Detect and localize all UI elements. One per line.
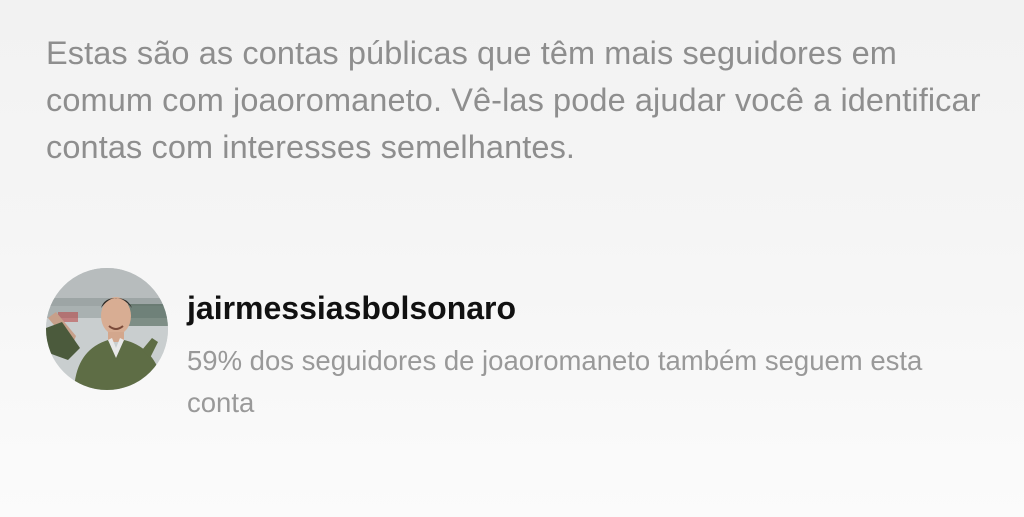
avatar[interactable] — [46, 268, 168, 390]
account-list-item[interactable]: jairmessiasbolsonaro 59% dos seguidores … — [46, 268, 986, 418]
account-username[interactable]: jairmessiasbolsonaro — [187, 287, 516, 329]
mutual-followers-text: 59% dos seguidores de joaoromaneto també… — [187, 345, 923, 418]
intro-description: Estas são as contas públicas que têm mai… — [46, 35, 981, 165]
profile-photo — [46, 268, 168, 390]
